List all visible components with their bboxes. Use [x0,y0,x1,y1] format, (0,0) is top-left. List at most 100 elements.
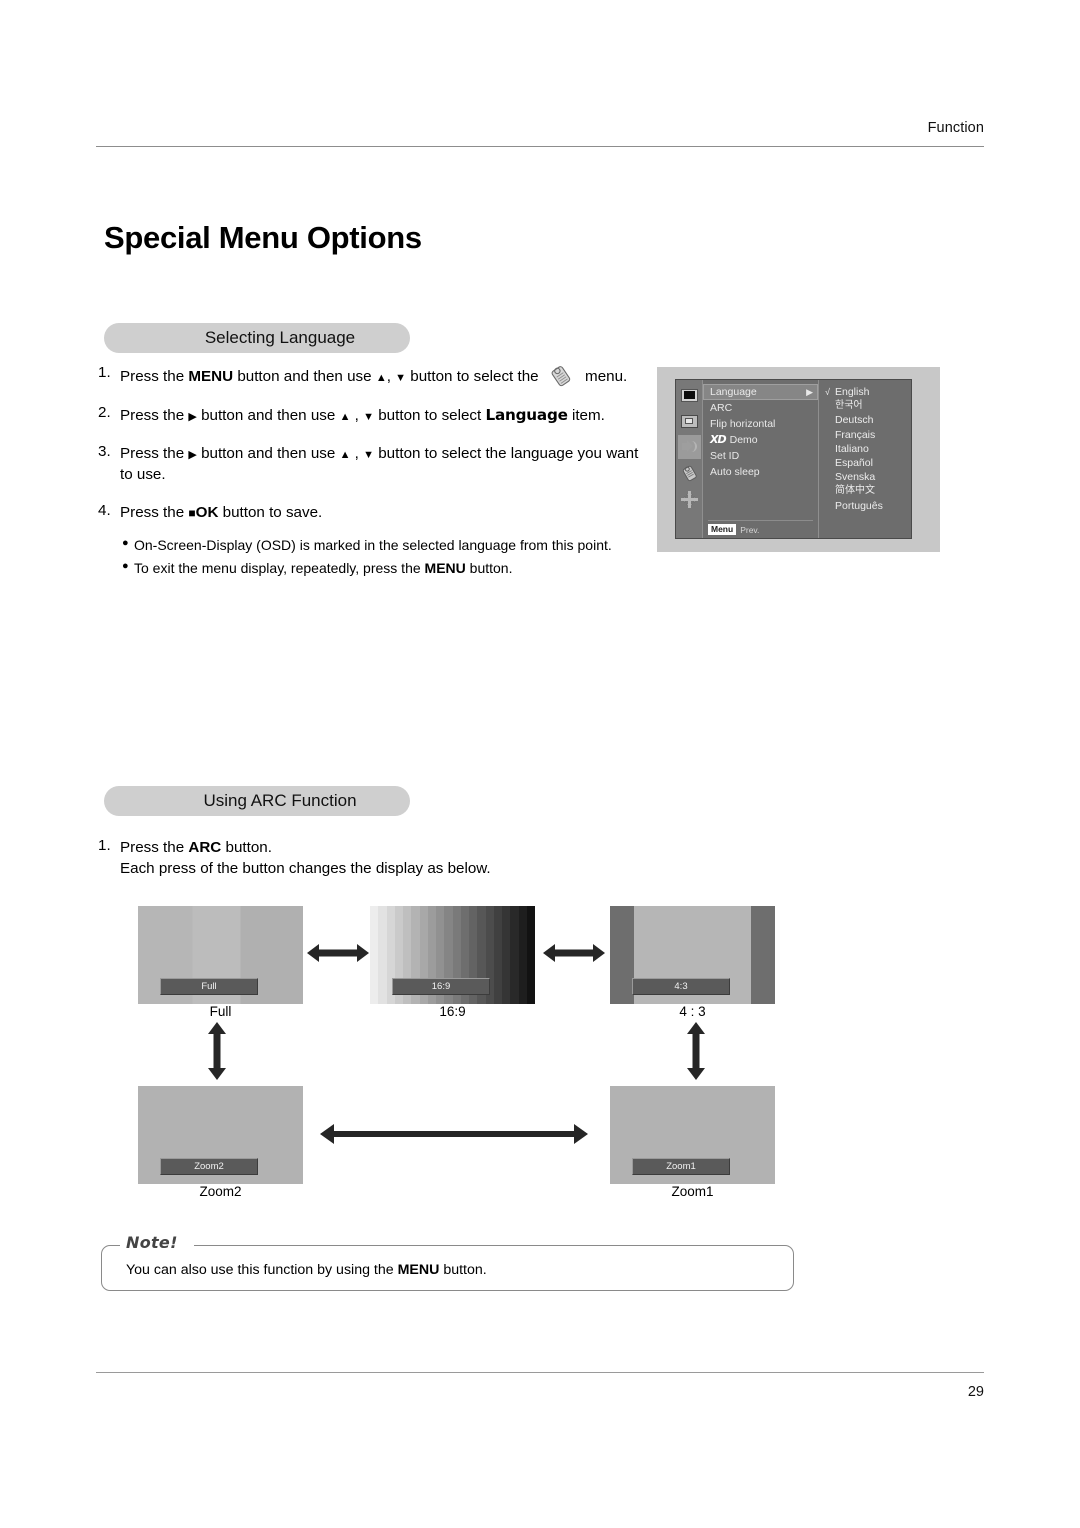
arc-caption-zoom1: Zoom1 [671,1184,714,1199]
osd-item-set-id[interactable]: Set ID [703,448,818,464]
osd-item-arc[interactable]: ARC [703,400,818,416]
pillarbox-right [751,906,775,1004]
step-number: 1. [98,837,111,854]
language-label: Español [835,457,873,470]
manual-page: Function Special Menu Options Selecting … [0,0,1080,1528]
arc-thumbnail-zoom1: Zoom1 [610,1086,775,1184]
arrows-cross-icon[interactable] [678,487,701,511]
header-section-label: Function [927,120,984,136]
section-heading-selecting-language: Selecting Language [104,323,410,353]
note-text-pre: You can also use this function by using … [126,1262,398,1278]
arrow-4-3-to-zoom1-icon [681,1020,711,1087]
check-icon [825,470,835,484]
osd-footer: Menu Prev. [708,520,813,535]
bullet-dot-icon: ● [122,559,129,572]
arrow-16-9-to-4-3-icon [541,938,607,973]
note-label: Note! [126,1233,178,1252]
check-icon [825,499,835,513]
osd-sidebar [676,380,703,538]
language-option-deutsch[interactable]: Deutsch [825,413,911,427]
screen-icon[interactable] [678,409,701,433]
check-icon [825,399,835,413]
language-option-korean[interactable]: 한국어 [825,399,911,413]
bullet-item: ● On-Screen-Display (OSD) is marked in t… [122,534,652,557]
step-item: 1. Press the ARC button. Each press of t… [98,838,658,880]
check-icon [825,484,835,498]
step1-text-c: button to select the [406,368,543,385]
down-arrow-icon [363,407,374,424]
section-heading-using-arc-function: Using ARC Function [104,786,410,816]
language-option-svenska[interactable]: Svenska [825,470,911,484]
step1-text-b: button and then use [233,368,376,385]
arc-badge: 16:9 [392,978,490,995]
osd-item-xd-demo[interactable]: XD Demo [703,432,818,448]
picture-icon[interactable] [678,383,701,407]
language-option-francais[interactable]: Français [825,428,911,442]
language-notes-list: ● On-Screen-Display (OSD) is marked in t… [122,534,652,579]
language-steps-list: 1. Press the MENU button and then use , … [98,365,650,524]
osd-item-label: Set ID [710,450,740,462]
step2-text-b: button and then use [196,406,340,424]
step2-text-a: Press the [120,406,189,424]
language-option-italiano[interactable]: Italiano [825,442,911,456]
special-tag-icon[interactable] [678,461,701,485]
step-text: Press the ARC button. Each press of the … [120,838,658,880]
step3-text-a: Press the [120,444,189,462]
bullet-text: On-Screen-Display (OSD) is marked in the… [134,537,612,553]
bullet-text-pre: To exit the menu display, repeatedly, pr… [134,559,425,576]
arrow-full-to-16-9-icon [305,938,371,973]
osd-language-list: √ English 한국어 Deutsch Français Italiano E… [819,380,911,538]
step1-text-a: Press the [120,368,189,385]
arc-step1-b: button. [221,839,272,856]
arc-thumbnail-4-3: 4:3 [610,906,775,1004]
language-label: English [835,386,870,398]
step2-text-c: button to select [374,406,486,424]
arc-button-label: ARC [188,839,222,856]
step-number: 3. [98,442,111,460]
language-option-english[interactable]: √ English [825,385,911,399]
sound-mute-icon[interactable] [677,435,701,459]
arc-thumbnail-16-9: 16:9 [370,906,535,1004]
ok-button-label: OK [195,503,219,521]
menu-key-chip[interactable]: Menu [708,524,737,535]
language-label: 한국어 [835,400,863,412]
header-divider [96,146,984,147]
step-text: Press the MENU button and then use , but… [120,365,650,388]
arc-caption-4-3: 4 : 3 [679,1004,706,1019]
step-number: 1. [98,364,111,381]
step-text: Press the button and then use , button t… [120,405,650,427]
step4-text-a: Press the [120,503,189,521]
check-icon [825,428,835,442]
check-icon [825,456,835,470]
language-item-label: Language [485,405,568,424]
language-option-chinese[interactable]: 简体中文 [825,484,911,498]
language-option-portugues[interactable]: Português [825,499,911,513]
arc-caption-full: Full [209,1004,232,1019]
note-text: You can also use this function by using … [126,1262,487,1278]
arc-step1-a: Press the [120,839,189,856]
square-icon [188,504,195,521]
pillarbox-left [610,906,634,1004]
check-icon: √ [825,387,830,397]
osd-item-language[interactable]: Language ▶ [703,384,818,400]
bullet-item: ● To exit the menu display, repeatedly, … [122,557,652,580]
up-arrow-icon [340,445,351,462]
step-item: 2. Press the button and then use , butto… [98,405,650,427]
osd-item-flip-horizontal[interactable]: Flip horizontal [703,416,818,432]
arc-thumbnail-zoom2: Zoom2 [138,1086,303,1184]
arc-steps-list: 1. Press the ARC button. Each press of t… [98,838,658,880]
osd-item-label: Auto sleep [710,466,760,478]
arc-step1-line2: Each press of the button changes the dis… [120,859,491,877]
osd-menu: Language ▶ ARC Flip horizontal XD Demo S… [675,379,912,539]
language-option-espanol[interactable]: Español [825,456,911,470]
arc-caption-zoom2: Zoom2 [199,1184,242,1199]
osd-item-label: Language [710,386,757,398]
chevron-right-icon: ▶ [806,387,813,397]
step4-text-b: button to save. [218,503,323,521]
page-title: Special Menu Options [104,220,422,255]
step-item: 1. Press the MENU button and then use , … [98,365,650,388]
arrow-full-to-zoom2-icon [202,1020,232,1087]
osd-screenshot: Language ▶ ARC Flip horizontal XD Demo S… [657,367,940,552]
osd-item-auto-sleep[interactable]: Auto sleep [703,464,818,480]
page-number: 29 [967,1384,984,1400]
